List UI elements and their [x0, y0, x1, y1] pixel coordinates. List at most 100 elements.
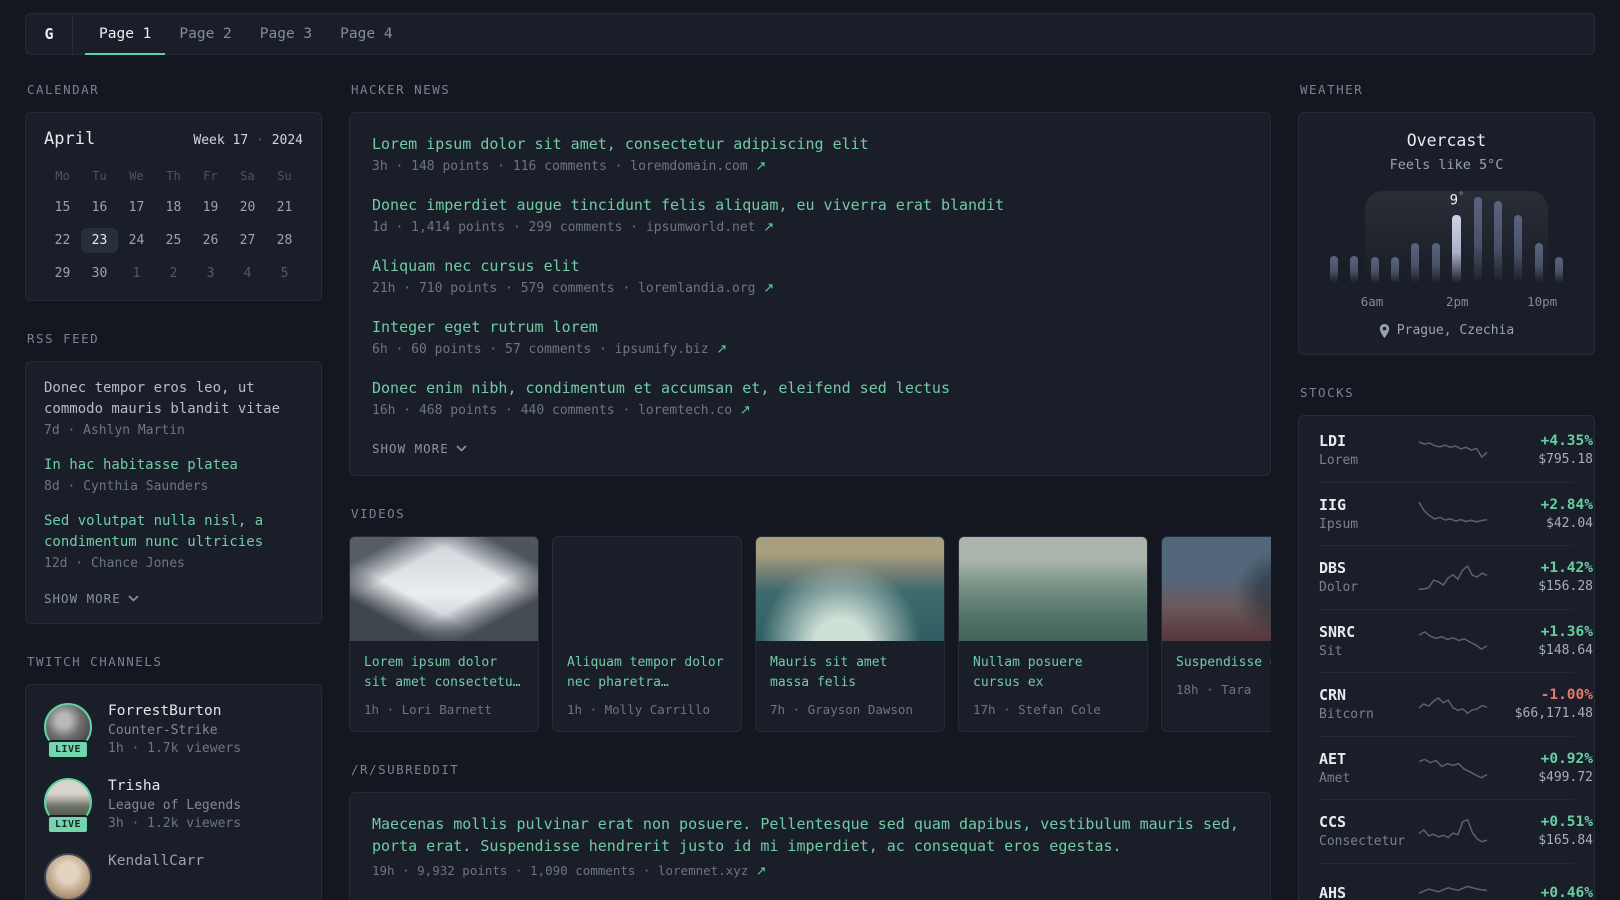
video-thumbnail[interactable]	[350, 537, 538, 641]
video-thumbnail[interactable]	[959, 537, 1147, 641]
hn-story-domain-link[interactable]: loremlandia.org ↗	[638, 281, 774, 296]
avatar[interactable]: LIVE	[44, 778, 92, 834]
video-card[interactable]: Suspendisse diam 18h · Tara	[1161, 536, 1271, 732]
hn-show-more-button[interactable]: SHOW MORE	[372, 441, 467, 456]
video-meta: 1h · Molly Carrillo	[567, 702, 710, 717]
temperature-chart-bars	[1323, 191, 1570, 283]
top-nav: G Page 1 Page 2 Page 3 Page 4	[25, 13, 1595, 55]
stock-ticker[interactable]: LDI	[1319, 432, 1419, 450]
stock-ticker[interactable]: AHS	[1319, 884, 1419, 900]
stock-ticker[interactable]: CRN	[1319, 686, 1419, 704]
avatar[interactable]: LIVE	[44, 703, 92, 759]
hn-story: Donec enim nibh, condimentum et accumsan…	[372, 377, 1248, 418]
hn-story-title[interactable]: Lorem ipsum dolor sit amet, consectetur …	[372, 133, 1248, 155]
tab-page-3[interactable]: Page 3	[246, 14, 326, 55]
hn-story-meta: 1d · 1,414 points · 299 comments · ipsum…	[372, 220, 775, 235]
reddit-post-meta: 19h · 9,932 points · 1,090 comments · lo…	[372, 863, 767, 878]
video-thumbnail[interactable]	[756, 537, 944, 641]
video-title[interactable]: Suspendisse diam	[1176, 653, 1271, 673]
calendar-day-next-month: 5	[280, 266, 289, 281]
calendar-day: 17	[128, 200, 145, 215]
stock-change: +0.92%	[1540, 750, 1593, 767]
video-thumbnail[interactable]	[553, 537, 741, 641]
video-card[interactable]: Mauris sit amet massa felis 7h · Grayson…	[755, 536, 945, 732]
reddit-post-title[interactable]: Maecenas mollis pulvinar erat non posuer…	[372, 813, 1248, 857]
stock-price: $165.84	[1538, 833, 1593, 849]
videos-section-title: VIDEOS	[351, 506, 406, 521]
reddit-post: Maecenas mollis pulvinar erat non posuer…	[372, 813, 1248, 878]
stock-ticker[interactable]: SNRC	[1319, 623, 1419, 641]
twitch-channel-forrestburton[interactable]: LIVE ForrestBurton Counter-Strike 1h · 1…	[44, 703, 303, 759]
rss-item-title[interactable]: In hac habitasse platea	[44, 455, 303, 476]
channel-name[interactable]: ForrestBurton	[108, 703, 241, 719]
rss-item: In hac habitasse platea 8d · Cynthia Sau…	[44, 455, 303, 494]
hn-story-domain-link[interactable]: loremdomain.com ↗	[630, 159, 766, 174]
calendar-day: 27	[239, 233, 256, 248]
channel-name[interactable]: Trisha	[108, 778, 241, 794]
video-title[interactable]: Aliquam tempor dolor nec pharetra…	[567, 653, 727, 693]
stock-row-dbs[interactable]: DBS Dolor +1.42% $156.28	[1319, 545, 1593, 609]
hn-story-title[interactable]: Donec imperdiet augue tincidunt felis al…	[372, 194, 1248, 216]
twitch-channel-kendallcarr[interactable]: KendallCarr	[44, 853, 303, 900]
hackernews-card: Lorem ipsum dolor sit amet, consectetur …	[349, 112, 1271, 476]
hn-story-title[interactable]: Aliquam nec cursus elit	[372, 255, 1248, 277]
video-card[interactable]: Nullam posuere cursus ex 17h · Stefan Co…	[958, 536, 1148, 732]
hn-story-title[interactable]: Integer eget rutrum lorem	[372, 316, 1248, 338]
tab-page-2[interactable]: Page 2	[165, 14, 245, 55]
calendar-day: 18	[165, 200, 182, 215]
stock-row-ccs[interactable]: CCS Consectetur +0.51% $165.84	[1319, 799, 1593, 863]
rss-section-title: RSS FEED	[27, 331, 100, 346]
tab-page-4[interactable]: Page 4	[326, 14, 406, 55]
channel-name[interactable]: KendallCarr	[108, 853, 204, 869]
temp-bar	[1431, 243, 1440, 283]
temp-bar	[1350, 256, 1359, 283]
dow-label: Th	[166, 169, 181, 183]
stock-change: +1.42%	[1540, 560, 1593, 577]
hn-story-domain-link[interactable]: ipsumworld.net ↗	[646, 220, 774, 235]
stock-change: +1.36%	[1540, 623, 1593, 640]
weather-location-label: Prague, Czechia	[1396, 323, 1515, 338]
stock-name: Dolor	[1319, 580, 1359, 596]
stock-row-ldi[interactable]: LDI Lorem +4.35% $795.18	[1319, 418, 1593, 482]
stock-ticker[interactable]: AET	[1319, 750, 1419, 768]
video-card[interactable]: Lorem ipsum dolor sit amet consectetu… 1…	[349, 536, 539, 732]
stock-ticker[interactable]: CCS	[1319, 813, 1419, 831]
stock-ticker[interactable]: DBS	[1319, 559, 1419, 577]
rss-show-more-button[interactable]: SHOW MORE	[44, 591, 139, 606]
calendar-day: 15	[54, 200, 71, 215]
hn-story-domain-link[interactable]: ipsumify.biz ↗	[615, 342, 728, 357]
hn-story-title[interactable]: Donec enim nibh, condimentum et accumsan…	[372, 377, 1248, 399]
channel-meta: 1h · 1.7k viewers	[108, 741, 242, 756]
stock-change: +4.35%	[1540, 432, 1593, 449]
stock-row-ahs[interactable]: AHS +0.46%	[1319, 862, 1593, 900]
stock-row-iig[interactable]: IIG Ipsum +2.84% $42.04	[1319, 481, 1593, 546]
video-title[interactable]: Nullam posuere cursus ex	[973, 653, 1133, 693]
tab-page-1[interactable]: Page 1	[85, 14, 166, 55]
stocks-card: LDI Lorem +4.35% $795.18 IIG Ipsum +2.84% $4…	[1298, 415, 1595, 900]
stock-ticker[interactable]: IIG	[1319, 496, 1419, 514]
stock-row-snrc[interactable]: SNRC Sit +1.36% $148.64	[1319, 608, 1593, 673]
calendar-day: 21	[276, 200, 293, 215]
rss-item-title[interactable]: Donec tempor eros leo, ut commodo mauris…	[44, 378, 303, 420]
hn-story-domain-link[interactable]: loremtech.co ↗	[638, 403, 751, 418]
temperature-chart: 9°	[1323, 191, 1570, 289]
video-title[interactable]: Lorem ipsum dolor sit amet consectetu…	[364, 653, 524, 693]
twitch-card: LIVE ForrestBurton Counter-Strike 1h · 1…	[25, 684, 322, 900]
stock-row-crn[interactable]: CRN Bitcorn -1.00% $66,171.48	[1319, 672, 1593, 736]
calendar-week-year: Week 17 · 2024	[193, 133, 303, 148]
rss-item-title[interactable]: Sed volutpat nulla nisl, a condimentum n…	[44, 511, 303, 553]
avatar[interactable]	[44, 853, 92, 900]
live-badge: LIVE	[46, 815, 90, 834]
video-title[interactable]: Mauris sit amet massa felis	[770, 653, 930, 693]
calendar-day: 26	[202, 233, 219, 248]
stock-row-aet[interactable]: AET Amet +0.92% $499.72	[1319, 735, 1593, 800]
twitch-channel-trisha[interactable]: LIVE Trisha League of Legends 3h · 1.2k …	[44, 778, 303, 834]
app-logo[interactable]: G	[26, 14, 73, 54]
sparkline	[1419, 500, 1487, 527]
rss-card: Donec tempor eros leo, ut commodo mauris…	[25, 361, 322, 624]
reddit-post-domain-link[interactable]: loremnet.xyz ↗	[658, 863, 766, 878]
rss-item: Sed volutpat nulla nisl, a condimentum n…	[44, 511, 303, 571]
dow-label: Mo	[55, 169, 70, 183]
video-card[interactable]: Aliquam tempor dolor nec pharetra… 1h · …	[552, 536, 742, 732]
video-thumbnail[interactable]	[1162, 537, 1271, 641]
